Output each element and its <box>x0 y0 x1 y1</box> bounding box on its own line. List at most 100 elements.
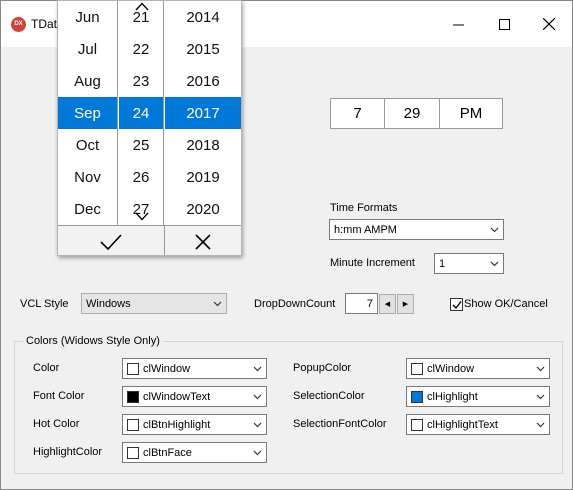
cancel-button[interactable] <box>165 226 241 255</box>
selection-color-select[interactable]: clHighlight <box>406 386 550 407</box>
x-icon <box>195 234 211 250</box>
minute-increment-value: 1 <box>439 258 446 270</box>
minute-increment-label: Minute Increment <box>330 257 415 269</box>
highlight-color-label: HighlightColor <box>33 446 103 458</box>
year-cell[interactable]: 2016 <box>165 65 241 97</box>
chevron-down-icon <box>253 394 262 400</box>
popup-color-swatch <box>411 363 423 375</box>
chevron-down-icon <box>253 366 262 372</box>
close-icon <box>543 18 555 30</box>
scroll-up-button[interactable] <box>119 2 164 11</box>
chevron-down-icon <box>490 261 499 267</box>
close-button[interactable] <box>526 1 572 47</box>
show-ok-cancel-label: Show OK/Cancel <box>464 298 548 310</box>
chevron-up-icon <box>135 2 148 11</box>
color-value: clWindow <box>143 363 191 375</box>
highlight-color-value: clBtnFace <box>143 447 192 459</box>
selection-color-swatch <box>411 391 423 403</box>
year-cell[interactable]: 2020 <box>165 193 241 225</box>
hour-field[interactable]: 7 <box>330 98 385 129</box>
checkmark-icon <box>100 234 122 250</box>
font-color-swatch <box>127 391 139 403</box>
hot-color-swatch <box>127 419 139 431</box>
font-color-select[interactable]: clWindowText <box>122 386 267 407</box>
hot-color-value: clBtnHighlight <box>143 419 211 431</box>
show-ok-cancel-checkbox[interactable] <box>450 298 463 311</box>
year-cell[interactable]: 2014 <box>165 1 241 33</box>
time-formats-value: h:mm AMPM <box>334 224 397 236</box>
highlight-color-select[interactable]: clBtnFace <box>122 442 267 463</box>
chevron-down-icon <box>213 301 222 307</box>
chevron-down-icon <box>253 422 262 428</box>
vcl-style-label: VCL Style <box>20 298 69 310</box>
chevron-down-icon <box>536 422 545 428</box>
scroll-down-button[interactable] <box>119 212 164 221</box>
chevron-down-icon <box>135 212 148 221</box>
year-cell[interactable]: 2019 <box>165 161 241 193</box>
year-cell[interactable]: 2015 <box>165 33 241 65</box>
maximize-button[interactable] <box>481 1 527 47</box>
selection-font-color-swatch <box>411 419 423 431</box>
day-cell[interactable]: 23 <box>119 65 163 97</box>
day-column[interactable]: 21 22 23 24 25 26 27 <box>119 1 164 225</box>
day-cell[interactable]: 26 <box>119 161 163 193</box>
selection-font-color-select[interactable]: clHighlightText <box>406 414 550 435</box>
time-formats-label: Time Formats <box>330 202 398 214</box>
ampm-field[interactable]: PM <box>439 98 503 129</box>
selection-color-value: clHighlight <box>427 391 478 403</box>
chevron-down-icon <box>253 450 262 456</box>
ok-button[interactable] <box>58 226 164 255</box>
year-cell[interactable]: 2018 <box>165 129 241 161</box>
selection-font-color-value: clHighlightText <box>427 419 498 431</box>
month-cell[interactable]: Aug <box>58 65 117 97</box>
popup-color-value: clWindow <box>427 363 475 375</box>
month-cell[interactable]: Jul <box>58 33 117 65</box>
popup-color-select[interactable]: clWindow <box>406 358 550 379</box>
month-cell-selected[interactable]: Sep <box>58 97 117 129</box>
selection-font-color-label: SelectionFontColor <box>293 418 387 430</box>
popup-color-label: PopupColor <box>293 362 352 374</box>
highlight-color-swatch <box>127 447 139 459</box>
hot-color-select[interactable]: clBtnHighlight <box>122 414 267 435</box>
minute-increment-select[interactable]: 1 <box>434 253 504 274</box>
color-swatch <box>127 363 139 375</box>
month-cell[interactable]: Oct <box>58 129 117 161</box>
chevron-down-icon <box>490 227 499 233</box>
colors-group-title: Colors (Widows Style Only) <box>23 335 163 347</box>
year-cell-selected[interactable]: 2017 <box>165 97 241 129</box>
selection-color-label: SelectionColor <box>293 390 365 402</box>
font-color-value: clWindowText <box>143 391 211 403</box>
dropdown-count-input[interactable]: 7 <box>345 293 378 314</box>
checkmark-icon <box>452 300 462 309</box>
month-column[interactable]: Jun Jul Aug Sep Oct Nov Dec <box>58 1 118 225</box>
month-cell[interactable]: Jun <box>58 1 117 33</box>
minute-field[interactable]: 29 <box>384 98 440 129</box>
font-color-label: Font Color <box>33 390 85 402</box>
chevron-down-icon <box>536 394 545 400</box>
month-cell[interactable]: Dec <box>58 193 117 225</box>
dropdown-count-label: DropDownCount <box>254 298 336 310</box>
day-cell[interactable]: 22 <box>119 33 163 65</box>
vcl-style-value: Windows <box>86 298 131 310</box>
triangle-right-icon: ▶ <box>402 301 409 308</box>
hot-color-label: Hot Color <box>33 418 80 430</box>
month-cell[interactable]: Nov <box>58 161 117 193</box>
date-picker-popup: Jun Jul Aug Sep Oct Nov Dec 21 22 23 24 … <box>57 0 242 256</box>
spin-left-button[interactable]: ◀ <box>379 294 396 314</box>
color-label: Color <box>33 362 60 374</box>
day-cell-selected[interactable]: 24 <box>119 97 163 129</box>
spin-right-button[interactable]: ▶ <box>397 294 414 314</box>
dropdown-count-value: 7 <box>366 298 373 310</box>
maximize-icon <box>498 18 510 30</box>
color-select[interactable]: clWindow <box>122 358 267 379</box>
picker-footer <box>58 225 241 255</box>
minimize-button[interactable] <box>435 1 481 47</box>
app-icon: DX <box>11 17 26 32</box>
vcl-style-select[interactable]: Windows <box>81 293 227 314</box>
time-formats-select[interactable]: h:mm AMPM <box>329 219 504 240</box>
minimize-icon <box>452 24 464 25</box>
triangle-left-icon: ◀ <box>384 301 391 308</box>
year-column[interactable]: 2014 2015 2016 2017 2018 2019 2020 <box>165 1 241 225</box>
chevron-down-icon <box>536 366 545 372</box>
day-cell[interactable]: 25 <box>119 129 163 161</box>
